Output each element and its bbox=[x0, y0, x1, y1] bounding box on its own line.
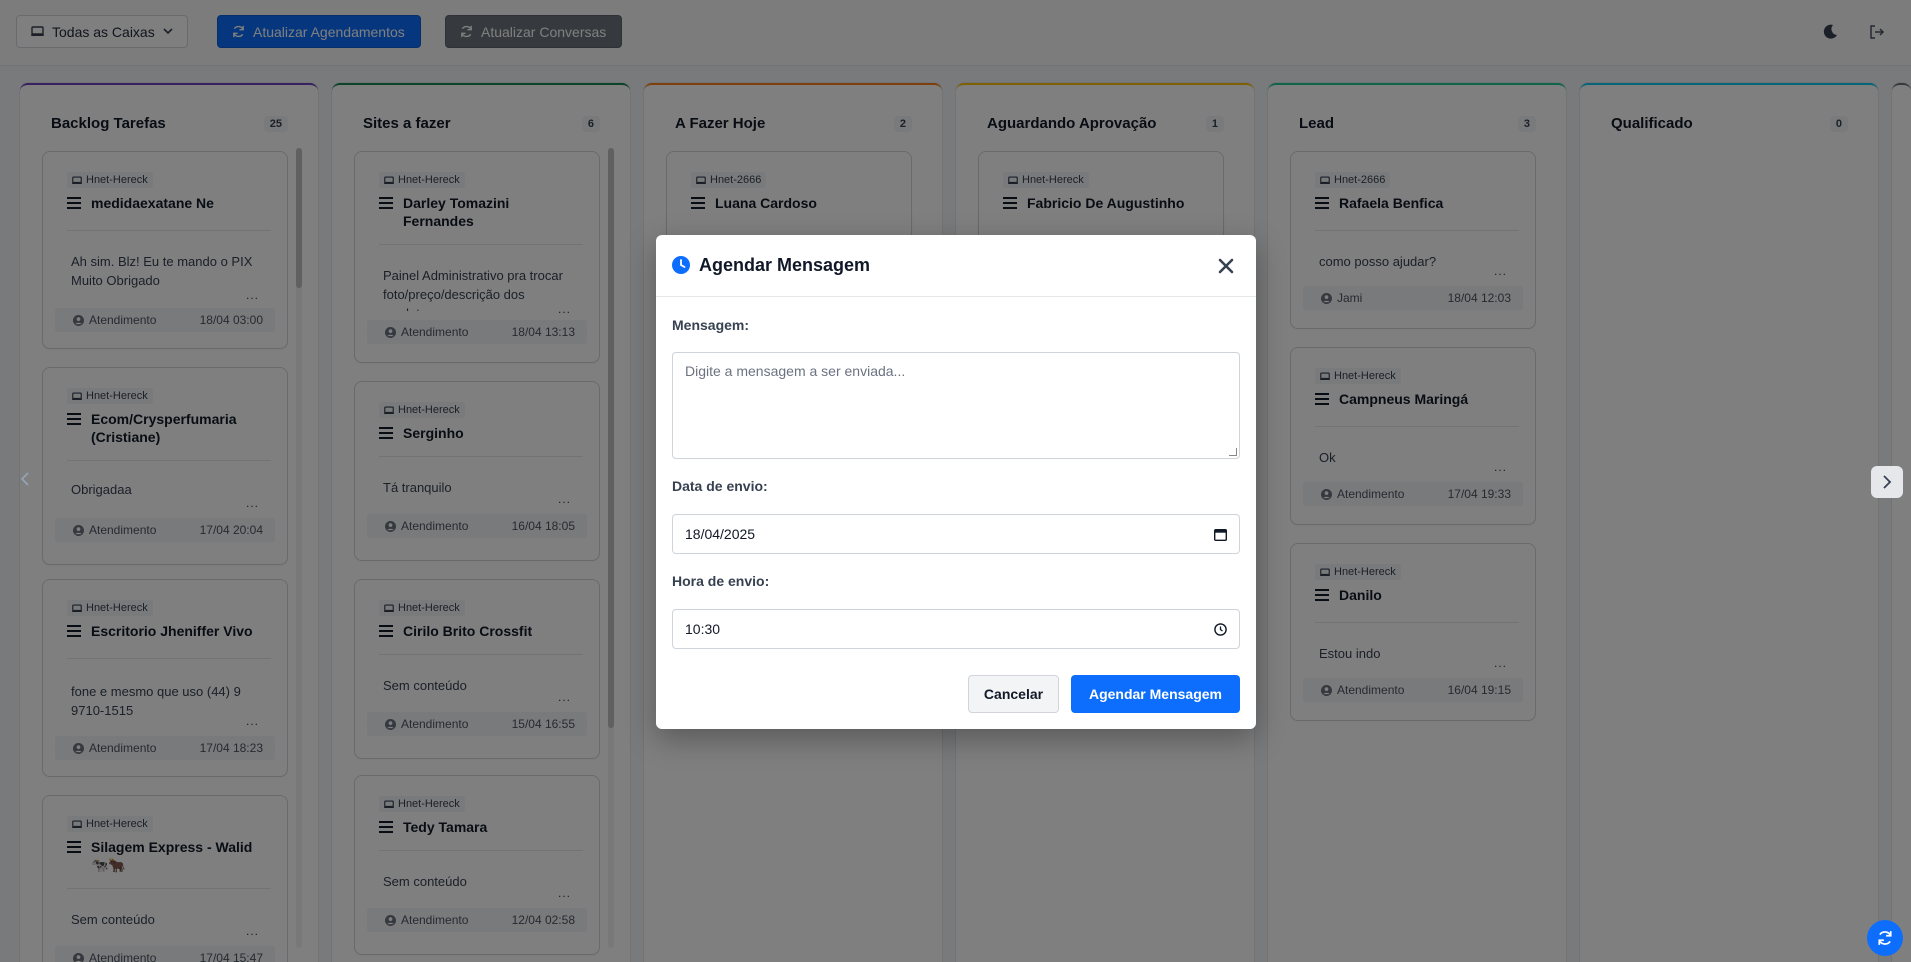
close-icon bbox=[1218, 258, 1234, 274]
refresh-icon bbox=[1878, 931, 1892, 945]
cancel-button[interactable]: Cancelar bbox=[968, 675, 1059, 713]
scroll-right-button[interactable] bbox=[1871, 466, 1903, 498]
time-input[interactable]: 10:30 bbox=[672, 609, 1240, 649]
modal-header: Agendar Mensagem bbox=[656, 235, 1256, 297]
message-textarea[interactable]: Digite a mensagem a ser enviada... bbox=[672, 352, 1240, 459]
time-value: 10:30 bbox=[685, 621, 721, 637]
close-button[interactable] bbox=[1214, 254, 1238, 278]
submit-label: Agendar Mensagem bbox=[1088, 686, 1223, 702]
chevron-left-icon bbox=[20, 472, 29, 486]
refresh-fab-button[interactable] bbox=[1867, 920, 1903, 956]
cancel-label: Cancelar bbox=[983, 686, 1044, 702]
message-label: Mensagem: bbox=[672, 317, 750, 333]
date-label: Data de envio: bbox=[672, 478, 768, 494]
chevron-right-icon bbox=[1882, 475, 1891, 489]
resize-handle[interactable] bbox=[1229, 448, 1237, 456]
scroll-left-button[interactable] bbox=[20, 470, 29, 491]
schedule-message-modal: Agendar Mensagem Mensagem: Digite a mens… bbox=[656, 235, 1256, 729]
clock-icon[interactable] bbox=[1214, 622, 1227, 636]
time-label: Hora de envio: bbox=[672, 573, 770, 589]
calendar-icon[interactable] bbox=[1214, 528, 1227, 541]
message-placeholder: Digite a mensagem a ser enviada... bbox=[685, 363, 906, 379]
clock-icon bbox=[672, 256, 690, 274]
modal-title: Agendar Mensagem bbox=[699, 255, 871, 275]
date-value: 18/04/2025 bbox=[685, 526, 756, 542]
schedule-message-button[interactable]: Agendar Mensagem bbox=[1071, 675, 1240, 713]
date-input[interactable]: 18/04/2025 bbox=[672, 514, 1240, 554]
